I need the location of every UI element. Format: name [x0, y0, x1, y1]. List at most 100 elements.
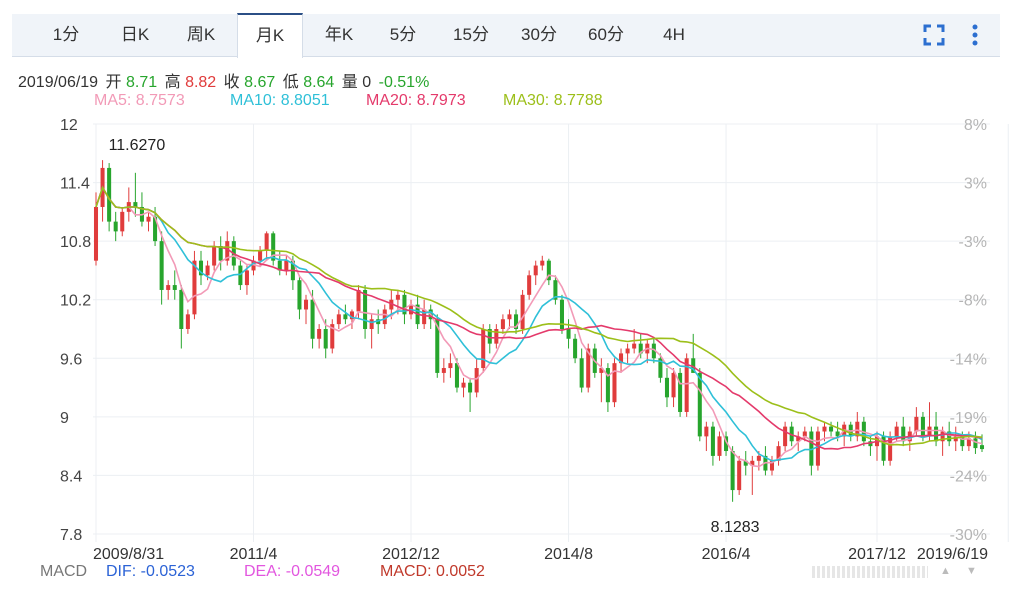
candle-body	[979, 445, 985, 450]
candle-body	[966, 438, 971, 447]
tab-weekly[interactable]: 周K	[172, 14, 230, 56]
info-change: -0.51%	[378, 74, 430, 91]
candle-body	[422, 309, 427, 325]
candle-body	[546, 260, 551, 281]
candle-body	[684, 358, 689, 412]
candle-body	[179, 289, 184, 329]
ma5-legend: MA5: 8.7573	[94, 92, 185, 109]
x-tick-label: 2019/6/19	[917, 546, 988, 563]
candle-body	[579, 358, 584, 388]
ma10-legend: MA10: 8.8051	[230, 92, 330, 109]
candle-body	[750, 460, 755, 466]
candle-body	[172, 285, 177, 290]
candle-body	[349, 311, 354, 320]
candle-body	[231, 241, 236, 266]
x-tick-label: 2009/8/31	[93, 546, 164, 563]
candle-body	[625, 348, 630, 354]
candle-body	[120, 211, 125, 232]
max-price-label: 11.6270	[109, 137, 166, 154]
tab-1min[interactable]: 1分	[40, 14, 92, 56]
candle-body	[527, 275, 532, 295]
candle-body	[159, 241, 164, 290]
pct-tick-label: -19%	[950, 410, 987, 427]
x-tick-label: 2011/4	[230, 546, 278, 563]
ma5-line	[95, 185, 983, 468]
candle-body	[514, 314, 519, 329]
macd-value: MACD: 0.0052	[380, 563, 485, 580]
more-vertical-icon[interactable]	[962, 14, 988, 56]
candle-body	[697, 372, 702, 437]
candle-body	[559, 299, 564, 329]
candle-body	[428, 309, 433, 320]
candle-body	[835, 431, 840, 437]
candle-body	[724, 436, 729, 452]
candle-body	[743, 460, 748, 466]
candle-body	[868, 441, 873, 447]
tab-4h[interactable]: 4H	[648, 14, 700, 56]
candle-body	[881, 436, 886, 461]
candle-body	[592, 348, 597, 373]
info-vol-label: 量	[341, 74, 358, 91]
info-open-label: 开	[105, 74, 122, 91]
candle-body	[829, 426, 834, 432]
candle-body	[704, 426, 709, 437]
candle-body	[461, 382, 466, 388]
triangle-up-icon[interactable]: ▲	[940, 565, 951, 577]
candle-body	[861, 421, 866, 442]
candle-body	[244, 270, 249, 286]
tab-daily[interactable]: 日K	[106, 14, 164, 56]
candle-body	[920, 416, 925, 437]
pct-tick-label: 8%	[964, 117, 987, 134]
candle-body	[756, 455, 761, 461]
pct-tick-label: -3%	[959, 234, 987, 251]
triangle-down-icon[interactable]: ▼	[966, 565, 977, 577]
y-tick-label: 7.8	[60, 527, 82, 544]
tab-monthly[interactable]: 月K	[237, 13, 303, 58]
candle-body	[520, 294, 525, 329]
candle-body	[192, 260, 197, 315]
candle-body	[783, 426, 788, 447]
candle-body	[330, 324, 335, 349]
macd-dea: DEA: -0.0549	[244, 563, 341, 580]
candle-body	[448, 363, 453, 369]
candle-body	[842, 424, 847, 437]
candle-body	[435, 319, 440, 373]
tab-yearly[interactable]: 年K	[310, 14, 368, 56]
candle-body	[238, 265, 243, 286]
ma30-legend: MA30: 8.7788	[503, 92, 603, 109]
ohlc-info: 2019/06/19 开 8.71 高 8.82 收 8.67 低 8.64 量…	[18, 68, 429, 92]
candle-body	[645, 343, 650, 354]
candle-body	[940, 431, 945, 442]
candle-body	[888, 436, 893, 461]
candle-body	[258, 250, 263, 261]
tab-5min[interactable]: 5分	[377, 14, 429, 56]
tab-60min[interactable]: 60分	[577, 14, 635, 56]
candle-body	[934, 426, 939, 442]
candle-body	[691, 358, 696, 373]
tab-15min[interactable]: 15分	[442, 14, 500, 56]
candle-body	[612, 363, 617, 403]
candle-body	[303, 299, 309, 310]
candle-body	[454, 363, 459, 388]
y-tick-label: 9	[60, 410, 69, 427]
candle-body	[586, 348, 591, 388]
info-high: 8.82	[185, 74, 217, 91]
candle-body	[487, 329, 492, 344]
candle-body	[415, 304, 420, 325]
candle-body	[710, 426, 715, 456]
macd-scrollbar[interactable]	[812, 566, 928, 578]
candle-body	[323, 329, 328, 349]
candle-body	[533, 265, 538, 276]
candle-body	[369, 319, 374, 329]
candle-body	[776, 446, 781, 461]
candle-body	[914, 416, 919, 432]
tab-30min[interactable]: 30分	[510, 14, 568, 56]
candle-body	[822, 426, 827, 432]
candle-body	[494, 329, 499, 344]
candle-body	[251, 260, 256, 271]
ma30-line	[95, 185, 983, 446]
fullscreen-icon[interactable]	[916, 14, 952, 56]
candle-body	[317, 329, 322, 339]
info-open: 8.71	[126, 74, 158, 91]
candle-body	[619, 353, 624, 364]
